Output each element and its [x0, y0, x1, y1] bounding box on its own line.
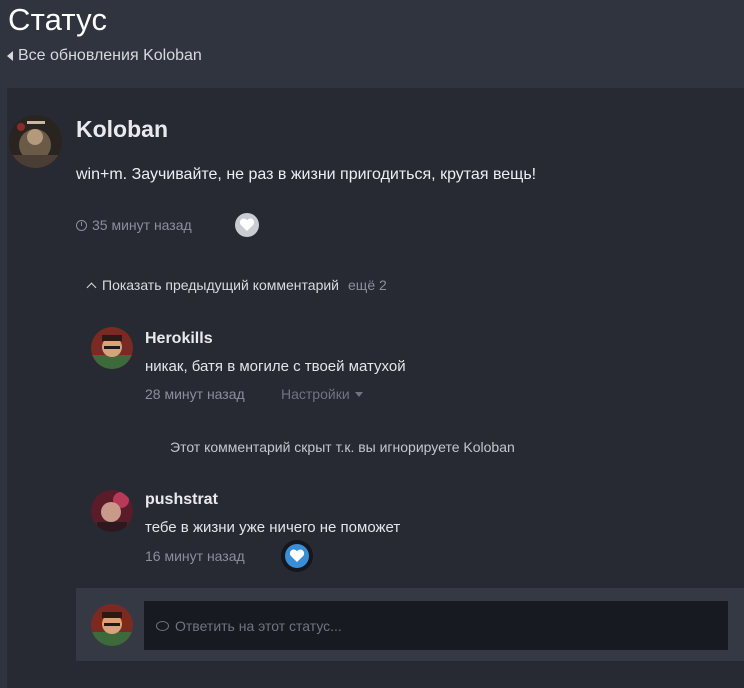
comment-time[interactable]: 28 минут назад [145, 386, 245, 402]
avatar[interactable] [9, 115, 62, 168]
comment-text: тебе в жизни уже ничего не поможет [145, 519, 401, 536]
comment-author-name[interactable]: Herokills [145, 330, 213, 348]
caret-down-icon [354, 391, 363, 397]
comment-text: никак, батя в могиле с твоей матухой [145, 358, 406, 375]
clock-icon [76, 219, 87, 231]
status-time: 35 минут назад [92, 217, 192, 233]
current-user-avatar[interactable] [91, 604, 133, 646]
status-author-name[interactable]: Koloban [76, 116, 168, 143]
reply-placeholder: Ответить на этот статус... [175, 617, 342, 634]
show-previous-label: Показать предыдущий комментарий [102, 277, 340, 293]
page-title: Статус [8, 2, 108, 37]
hidden-comment-note: Этот комментарий скрыт т.к. вы игнорируе… [170, 439, 515, 455]
status-timestamp[interactable]: 35 минут назад [76, 217, 192, 233]
breadcrumb-back-link[interactable]: Все обновления Koloban [7, 47, 202, 65]
chevron-up-icon [86, 282, 97, 292]
comment-author-name[interactable]: pushstrat [145, 491, 218, 509]
reply-input[interactable]: Ответить на этот статус... [144, 601, 728, 650]
comment-avatar[interactable] [91, 490, 133, 532]
comment-settings-dropdown[interactable]: Настройки [281, 386, 363, 402]
like-button[interactable] [285, 544, 309, 568]
settings-label: Настройки [281, 386, 350, 402]
caret-left-icon [7, 51, 13, 61]
comment-bubble-icon [156, 620, 169, 631]
comment-time[interactable]: 16 минут назад [145, 548, 245, 564]
heart-icon [289, 549, 305, 562]
show-previous-comments-link[interactable]: Показать предыдущий комментарий ещё 2 [86, 277, 387, 293]
heart-icon [239, 218, 255, 231]
breadcrumb-label: Все обновления Koloban [18, 47, 202, 64]
comment-avatar[interactable] [91, 327, 133, 369]
more-count: ещё 2 [348, 277, 387, 293]
like-button[interactable] [235, 213, 259, 237]
status-text: win+m. Заучивайте, не раз в жизни пригод… [76, 166, 537, 183]
